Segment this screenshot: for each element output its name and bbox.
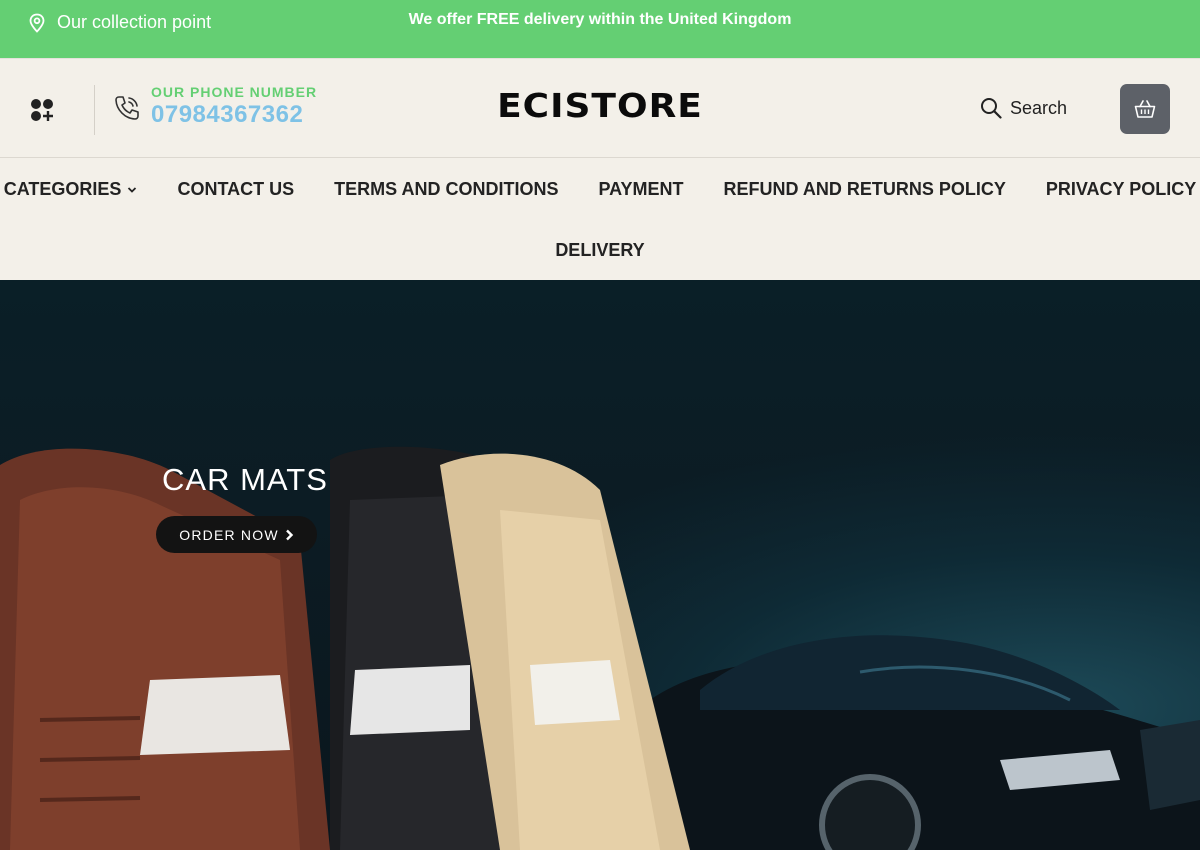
chevron-down-icon xyxy=(128,186,137,193)
search-icon xyxy=(981,98,1002,119)
main-navigation: CATEGORIES CONTACT US TERMS AND CONDITIO… xyxy=(0,158,1200,280)
nav-item-refund-policy[interactable]: REFUND AND RETURNS POLICY xyxy=(724,179,1006,200)
hero-title: CAR MATS xyxy=(162,462,328,497)
nav-item-label: PAYMENT xyxy=(598,179,684,199)
nav-item-label: REFUND AND RETURNS POLICY xyxy=(723,179,1006,199)
nav-item-label: DELIVERY xyxy=(555,240,645,260)
cart-button[interactable] xyxy=(1120,84,1170,134)
order-now-button[interactable]: ORDER NOW xyxy=(156,516,317,553)
site-header: OUR PHONE NUMBER 07984367362 ECISTORE Se… xyxy=(0,58,1200,158)
nav-item-privacy-policy[interactable]: PRIVACY POLICY xyxy=(1046,179,1196,200)
announcement-bar: Our collection point We offer FREE deliv… xyxy=(0,0,1200,58)
nav-item-label: CONTACT US xyxy=(177,179,295,199)
hero-banner[interactable]: CAR MATS ORDER NOW xyxy=(0,280,1200,850)
hero-image xyxy=(0,446,1200,850)
search-label: Search xyxy=(1010,97,1068,118)
order-now-label: ORDER NOW xyxy=(179,526,279,543)
nav-item-payment[interactable]: PAYMENT xyxy=(598,179,683,200)
basket-icon xyxy=(1134,100,1156,118)
chevron-right-icon xyxy=(285,529,293,540)
nav-item-contact-us[interactable]: CONTACT US xyxy=(177,179,294,200)
nav-item-label: TERMS AND CONDITIONS xyxy=(334,179,559,199)
delivery-announcement: We offer FREE delivery within the United… xyxy=(408,11,792,28)
nav-item-categories[interactable]: CATEGORIES xyxy=(4,179,138,200)
nav-item-label: CATEGORIES xyxy=(3,179,122,199)
nav-item-delivery[interactable]: DELIVERY xyxy=(555,240,644,261)
nav-item-terms[interactable]: TERMS AND CONDITIONS xyxy=(334,179,558,200)
search-button[interactable]: Search xyxy=(980,97,1067,119)
nav-item-label: PRIVACY POLICY xyxy=(1045,179,1197,199)
